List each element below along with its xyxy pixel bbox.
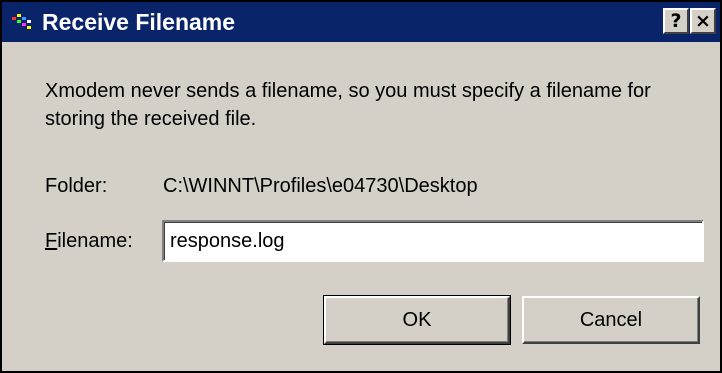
close-button[interactable]: ×: [690, 8, 716, 34]
filename-input[interactable]: [162, 220, 704, 262]
help-button[interactable]: ?: [663, 8, 689, 34]
title-bar[interactable]: Receive Filename ? ×: [2, 2, 720, 42]
folder-label: Folder:: [45, 175, 108, 197]
cancel-button[interactable]: Cancel: [522, 296, 700, 344]
filename-label-rest: ilename:: [57, 230, 133, 252]
folder-path: C:\WINNT\Profiles\e04730\Desktop: [163, 175, 478, 197]
dialog-title: Receive Filename: [42, 9, 236, 35]
instruction-message: Xmodem never sends a filename, so you mu…: [45, 80, 651, 130]
filename-label: Filename:: [45, 227, 133, 255]
terminal-app-icon: [12, 14, 31, 29]
receive-filename-dialog: Receive Filename ? × Xmodem never sends …: [0, 0, 722, 373]
ok-button[interactable]: OK: [323, 295, 511, 345]
filename-label-mnemonic: F: [45, 230, 58, 252]
